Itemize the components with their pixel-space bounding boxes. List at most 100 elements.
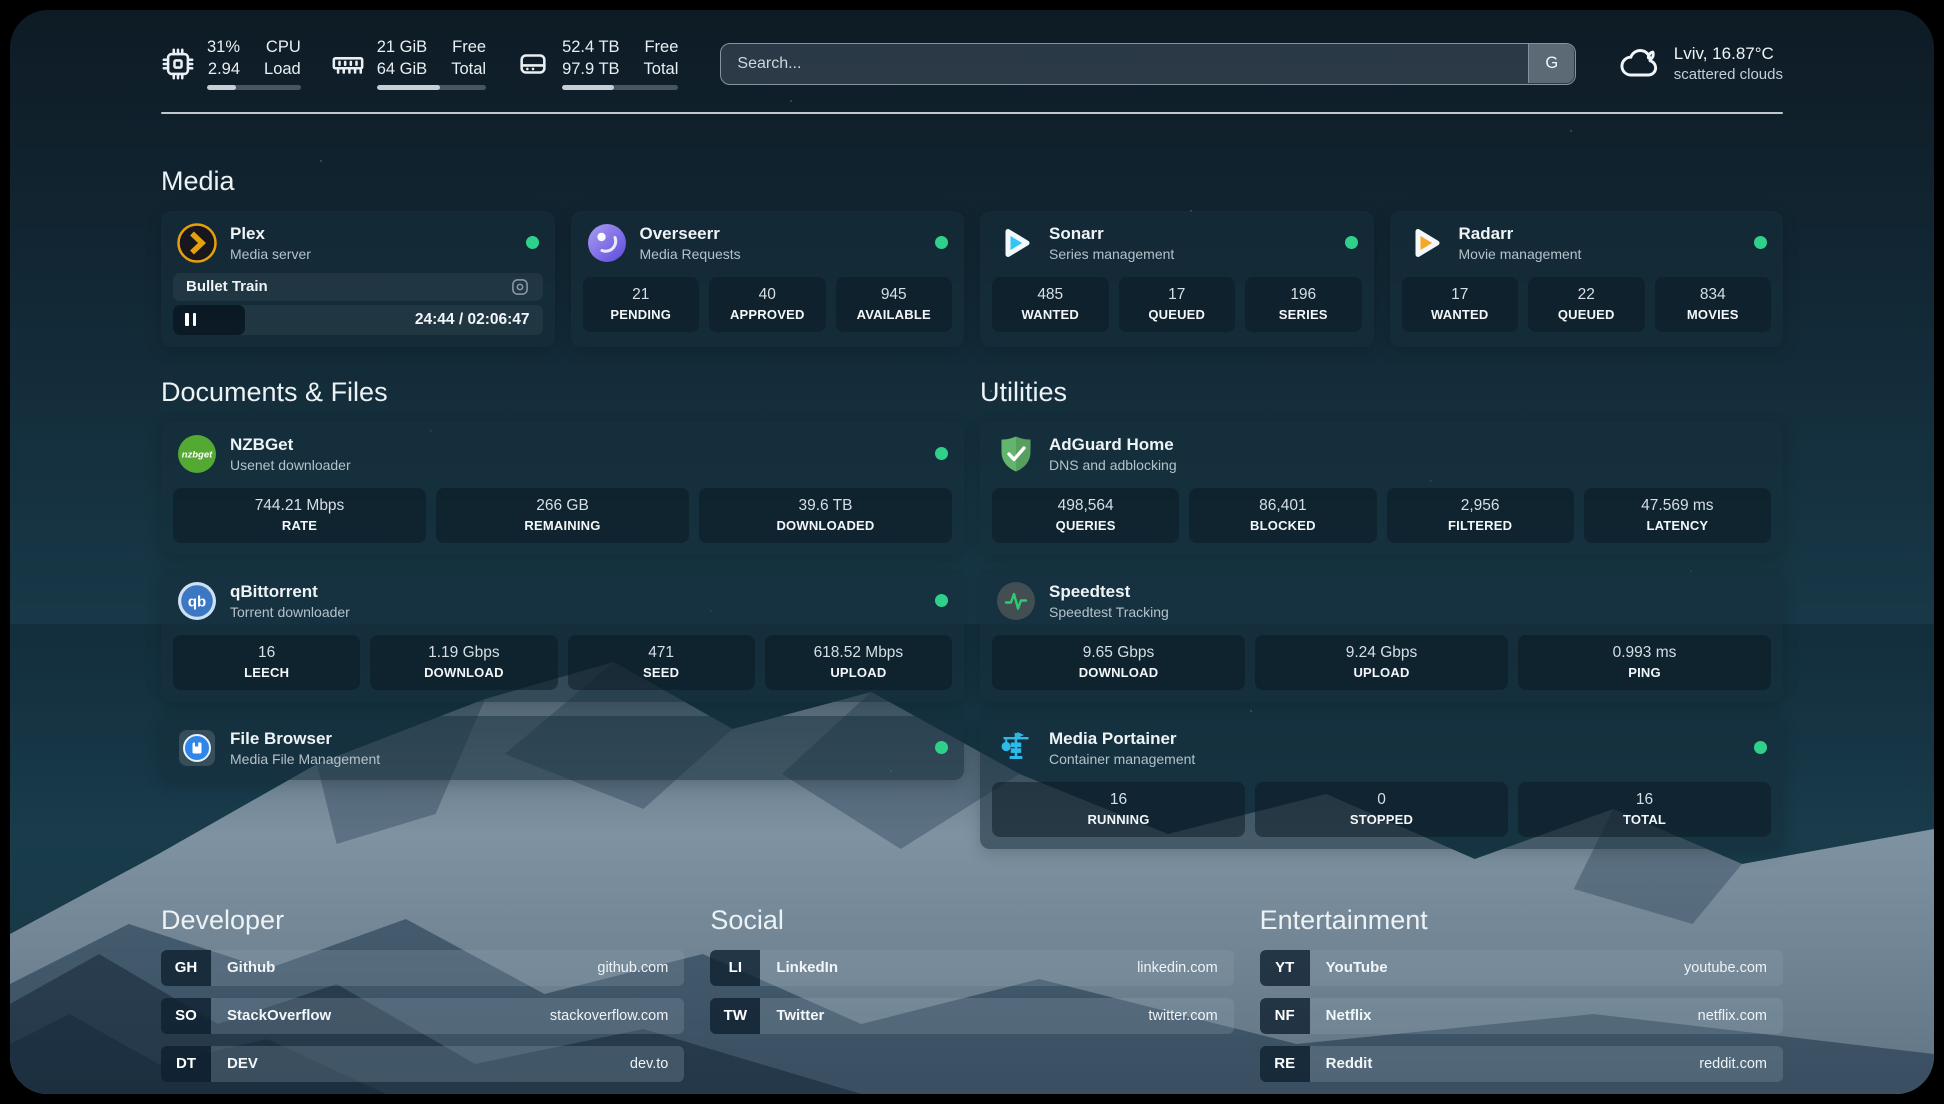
bookmark-youtube[interactable]: YT YouTube youtube.com (1260, 950, 1783, 986)
disk-total-label: Total (644, 59, 679, 80)
stat-running: 16 RUNNING (992, 782, 1245, 837)
bookmark-github[interactable]: GH Github github.com (161, 950, 684, 986)
search-provider-button[interactable]: G (1528, 44, 1574, 83)
pause-icon (185, 313, 196, 326)
stat-ping: 0.993 ms PING (1518, 635, 1771, 690)
bookmark-reddit[interactable]: RE Reddit reddit.com (1260, 1046, 1783, 1082)
cpu-load-value: 2.94 (207, 59, 240, 80)
service-description: DNS and adblocking (1049, 457, 1177, 473)
service-card-filebrowser[interactable]: File Browser Media File Management (161, 716, 964, 780)
service-card-radarr[interactable]: Radarr Movie management 17 WANTED 22 QUE… (1390, 211, 1784, 347)
service-description: Media File Management (230, 751, 380, 767)
snow-specks (10, 10, 12, 12)
service-card-qbittorrent[interactable]: qb qBittorrent Torrent downloader 16 (161, 569, 964, 702)
bookmark-abbr: GH (161, 950, 211, 986)
stat-downloaded: 39.6 TB DOWNLOADED (699, 488, 952, 543)
service-name: Overseerr (640, 224, 741, 244)
disk-free-value: 52.4 TB (562, 37, 619, 58)
service-name: Media Portainer (1049, 729, 1195, 749)
stat-rate: 744.21 Mbps RATE (173, 488, 426, 543)
sonarr-icon (996, 223, 1036, 263)
service-card-plex[interactable]: Plex Media server Bullet Train (161, 211, 555, 347)
weather-condition: scattered clouds (1674, 66, 1783, 83)
header-divider (161, 112, 1783, 114)
bookmark-dev[interactable]: DT DEV dev.to (161, 1046, 684, 1082)
bookmark-abbr: YT (1260, 950, 1310, 986)
section-title-social: Social (710, 905, 1233, 936)
bookmark-name: Github (227, 959, 275, 976)
cpu-usage-value: 31% (207, 37, 240, 58)
qbittorrent-icon: qb (177, 581, 217, 621)
cpu-progress-track (207, 85, 301, 90)
bookmark-url: netflix.com (1698, 1008, 1767, 1024)
radarr-icon (1406, 223, 1446, 263)
bookmark-url: linkedin.com (1137, 960, 1218, 976)
memory-progress-track (377, 85, 486, 90)
stat-queued: 17 QUEUED (1119, 277, 1236, 332)
bookmark-url: youtube.com (1684, 960, 1767, 976)
bookmark-stackoverflow[interactable]: SO StackOverflow stackoverflow.com (161, 998, 684, 1034)
service-card-portainer[interactable]: Media Portainer Container management 16 … (980, 716, 1783, 849)
stat-pending: 21 PENDING (583, 277, 700, 332)
section-title-documents: Documents & Files (161, 377, 964, 408)
speedtest-icon (996, 581, 1036, 621)
stat-queries: 498,564 QUERIES (992, 488, 1179, 543)
service-card-nzbget[interactable]: nzbget NZBGet Usenet downloader 744.21 M… (161, 422, 964, 555)
bookmark-url: dev.to (630, 1056, 668, 1072)
svg-text:nzbget: nzbget (182, 449, 213, 460)
bookmark-linkedin[interactable]: LI LinkedIn linkedin.com (710, 950, 1233, 986)
bookmark-name: YouTube (1326, 959, 1388, 976)
playback-progress-fill (173, 305, 245, 335)
service-card-adguard[interactable]: AdGuard Home DNS and adblocking 498,564 … (980, 422, 1783, 555)
stat-series: 196 SERIES (1245, 277, 1362, 332)
bookmark-twitter[interactable]: TW Twitter twitter.com (710, 998, 1233, 1034)
section-documents: Documents & Files nzbget NZBGet Usenet d… (161, 377, 964, 849)
bookmark-name: Reddit (1326, 1055, 1373, 1072)
stat-total: 16 TOTAL (1518, 782, 1771, 837)
overseerr-icon (587, 223, 627, 263)
top-bar: 31% CPU 2.94 Load (161, 37, 1783, 90)
plex-icon (177, 223, 217, 263)
stat-download: 1.19 Gbps DOWNLOAD (370, 635, 557, 690)
bookmark-netflix[interactable]: NF Netflix netflix.com (1260, 998, 1783, 1034)
service-description: Speedtest Tracking (1049, 604, 1169, 620)
section-media: Media Plex Media server (161, 166, 1783, 347)
search-bar: G (720, 43, 1575, 85)
cpu-widget: 31% CPU 2.94 Load (161, 37, 301, 90)
status-dot (1754, 741, 1767, 754)
stat-approved: 40 APPROVED (709, 277, 826, 332)
status-dot (935, 594, 948, 607)
bookmark-url: github.com (597, 960, 668, 976)
memory-free-label: Free (451, 37, 486, 58)
search-input[interactable] (720, 43, 1575, 85)
cpu-usage-label: CPU (264, 37, 301, 58)
stat-download: 9.65 Gbps DOWNLOAD (992, 635, 1245, 690)
service-description: Usenet downloader (230, 457, 351, 473)
status-dot (1754, 236, 1767, 249)
bookmark-section-developer: Developer GH Github github.com SO StackO… (161, 905, 684, 1094)
filebrowser-icon (177, 728, 217, 768)
svg-text:qb: qb (188, 593, 206, 610)
service-name: AdGuard Home (1049, 435, 1177, 455)
stat-latency: 47.569 ms LATENCY (1584, 488, 1771, 543)
playback-progress-bar[interactable]: 24:44 / 02:06:47 (173, 305, 543, 335)
bookmark-abbr: RE (1260, 1046, 1310, 1082)
stat-wanted: 485 WANTED (992, 277, 1109, 332)
service-card-overseerr[interactable]: Overseerr Media Requests 21 PENDING 40 A… (571, 211, 965, 347)
section-title-developer: Developer (161, 905, 684, 936)
service-description: Series management (1049, 246, 1174, 262)
now-playing: Bullet Train 24:44 / 02:06:47 (173, 273, 543, 335)
cpu-icon (161, 47, 195, 81)
adguard-icon (996, 434, 1036, 474)
service-card-sonarr[interactable]: Sonarr Series management 485 WANTED 17 Q… (980, 211, 1374, 347)
cpu-load-label: Load (264, 59, 301, 80)
memory-icon (331, 47, 365, 81)
weather-widget: Lviv, 16.87°C scattered clouds (1618, 42, 1783, 86)
service-card-speedtest[interactable]: Speedtest Speedtest Tracking 9.65 Gbps D… (980, 569, 1783, 702)
portainer-icon (996, 728, 1036, 768)
now-playing-title: Bullet Train (186, 278, 268, 295)
bookmark-name: LinkedIn (776, 959, 838, 976)
disk-total-value: 97.9 TB (562, 59, 619, 80)
service-name: Sonarr (1049, 224, 1174, 244)
bookmark-section-social: Social LI LinkedIn linkedin.com TW Twitt… (710, 905, 1233, 1094)
